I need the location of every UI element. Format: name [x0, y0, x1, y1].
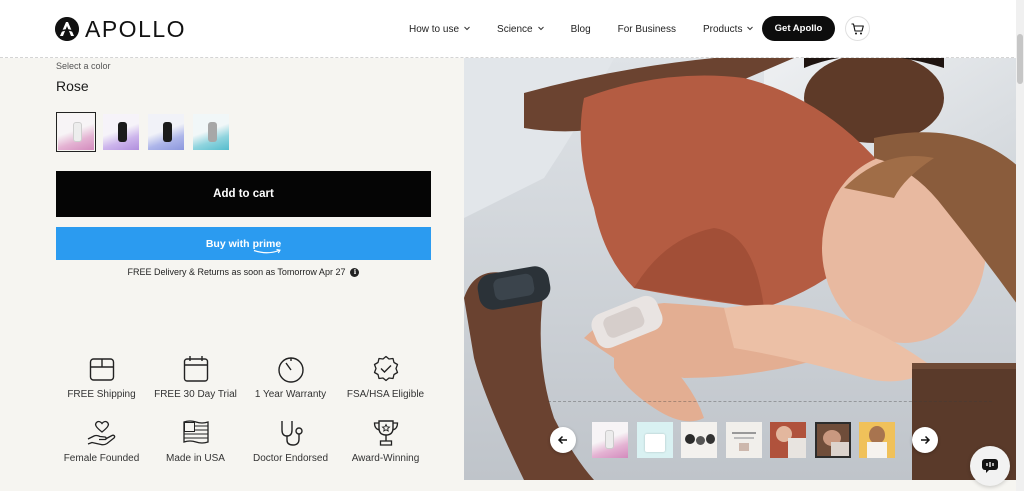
- delivery-info: FREE Delivery & Returns as soon as Tomor…: [56, 267, 431, 277]
- info-icon[interactable]: i: [350, 267, 360, 277]
- feature-label: FSA/HSA Eligible: [346, 389, 425, 400]
- arrow-left-icon: [557, 435, 567, 445]
- color-swatches: [56, 112, 236, 152]
- swatch-lavender[interactable]: [101, 112, 141, 152]
- heart-hand-icon: [87, 420, 115, 446]
- gallery-next-button[interactable]: [912, 427, 938, 453]
- feature-made-in-usa: Made in USA: [148, 418, 243, 464]
- trophy-icon: [373, 420, 398, 446]
- swatch-aqua[interactable]: [191, 112, 231, 152]
- nav-products[interactable]: Products: [703, 24, 754, 35]
- nav-blog[interactable]: Blog: [571, 24, 591, 35]
- get-apollo-button[interactable]: Get Apollo: [762, 16, 835, 41]
- flag-icon: [182, 420, 209, 444]
- buy-with-label: Buy with: [205, 237, 250, 250]
- prime-swoosh-icon: [253, 248, 281, 253]
- gallery-thumbnail[interactable]: [770, 422, 806, 458]
- arrow-right-icon: [921, 435, 931, 445]
- box-icon: [89, 358, 114, 381]
- nav-label: Products: [702, 23, 743, 35]
- main-nav: How to use Science Blog For Business Pro…: [409, 14, 780, 44]
- band-icon: [163, 122, 172, 142]
- gallery-divider: [548, 401, 992, 402]
- nav-label: Science: [497, 23, 533, 35]
- sleeping-couple-photo: [464, 58, 1020, 480]
- gallery-thumbnail[interactable]: [592, 422, 628, 458]
- stethoscope-icon: [280, 421, 303, 446]
- swatch-image: [58, 114, 94, 150]
- selected-color-name: Rose: [56, 78, 89, 94]
- swatch-image: [193, 114, 229, 150]
- swatch-periwinkle[interactable]: [146, 112, 186, 152]
- check-badge-icon: [373, 355, 398, 382]
- feature-label: Doctor Endorsed: [252, 453, 329, 464]
- scrollbar-thumb[interactable]: [1017, 34, 1023, 84]
- feature-doctor-endorsed: Doctor Endorsed: [243, 418, 338, 464]
- chat-icon: [982, 459, 998, 473]
- nav-for-business[interactable]: For Business: [618, 24, 676, 35]
- page-scrollbar[interactable]: [1016, 0, 1024, 491]
- feature-free-trial: FREE 30 Day Trial: [148, 354, 243, 400]
- feature-label: 1 Year Warranty: [254, 389, 327, 400]
- feature-fsa-hsa: FSA/HSA Eligible: [338, 354, 433, 400]
- band-icon: [73, 122, 82, 142]
- site-header: APOLLO How to use Science Blog For Busin…: [0, 0, 1024, 58]
- product-hero-image: [464, 58, 1020, 480]
- brand-name: APOLLO: [85, 15, 187, 42]
- nav-label: Blog: [570, 23, 591, 35]
- gallery-thumbnail[interactable]: [636, 422, 673, 458]
- feature-label: Award-Winning: [351, 453, 420, 464]
- cart-icon: [851, 22, 864, 34]
- feature-warranty: 1 Year Warranty: [243, 354, 338, 400]
- select-color-label: Select a color: [56, 61, 111, 71]
- feature-award-winning: Award-Winning: [338, 418, 433, 464]
- prime-logo: prime: [253, 238, 281, 253]
- gallery-thumbnail[interactable]: [725, 422, 762, 458]
- buy-with-prime-button[interactable]: Buy with prime: [56, 227, 431, 260]
- gallery-thumbnail[interactable]: [681, 422, 717, 458]
- chat-button[interactable]: [970, 446, 1010, 486]
- feature-label: Made in USA: [166, 453, 225, 464]
- feature-label: Female Founded: [63, 453, 140, 464]
- gallery-prev-button[interactable]: [550, 427, 576, 453]
- nav-science[interactable]: Science: [497, 24, 545, 35]
- nav-how-to-use[interactable]: How to use: [409, 24, 471, 35]
- nav-label: How to use: [409, 23, 460, 35]
- apollo-logo-icon: [55, 17, 79, 41]
- chevron-down-icon: [464, 26, 470, 31]
- timer-icon: [277, 357, 304, 383]
- cart-button[interactable]: [845, 16, 870, 41]
- chevron-down-icon: [537, 26, 544, 31]
- feature-label: FREE 30 Day Trial: [154, 389, 237, 400]
- band-icon: [208, 122, 217, 142]
- feature-female-founded: Female Founded: [54, 418, 149, 464]
- delivery-text: FREE Delivery & Returns as soon as Tomor…: [127, 267, 346, 277]
- brand-logo[interactable]: APOLLO: [55, 14, 186, 44]
- feature-free-shipping: FREE Shipping: [54, 354, 149, 400]
- swatch-image: [103, 114, 139, 150]
- chevron-down-icon: [747, 26, 754, 31]
- calendar-icon: [183, 356, 208, 382]
- gallery-thumbnail[interactable]: [814, 422, 851, 458]
- add-to-cart-button[interactable]: Add to cart: [56, 171, 431, 217]
- feature-label: FREE Shipping: [67, 389, 136, 400]
- swatch-image: [148, 114, 184, 150]
- gallery-thumbnail[interactable]: [859, 422, 895, 458]
- band-icon: [118, 122, 127, 142]
- swatch-rose[interactable]: [56, 112, 96, 152]
- gallery-thumbnails: [592, 422, 904, 458]
- nav-label: For Business: [617, 23, 676, 35]
